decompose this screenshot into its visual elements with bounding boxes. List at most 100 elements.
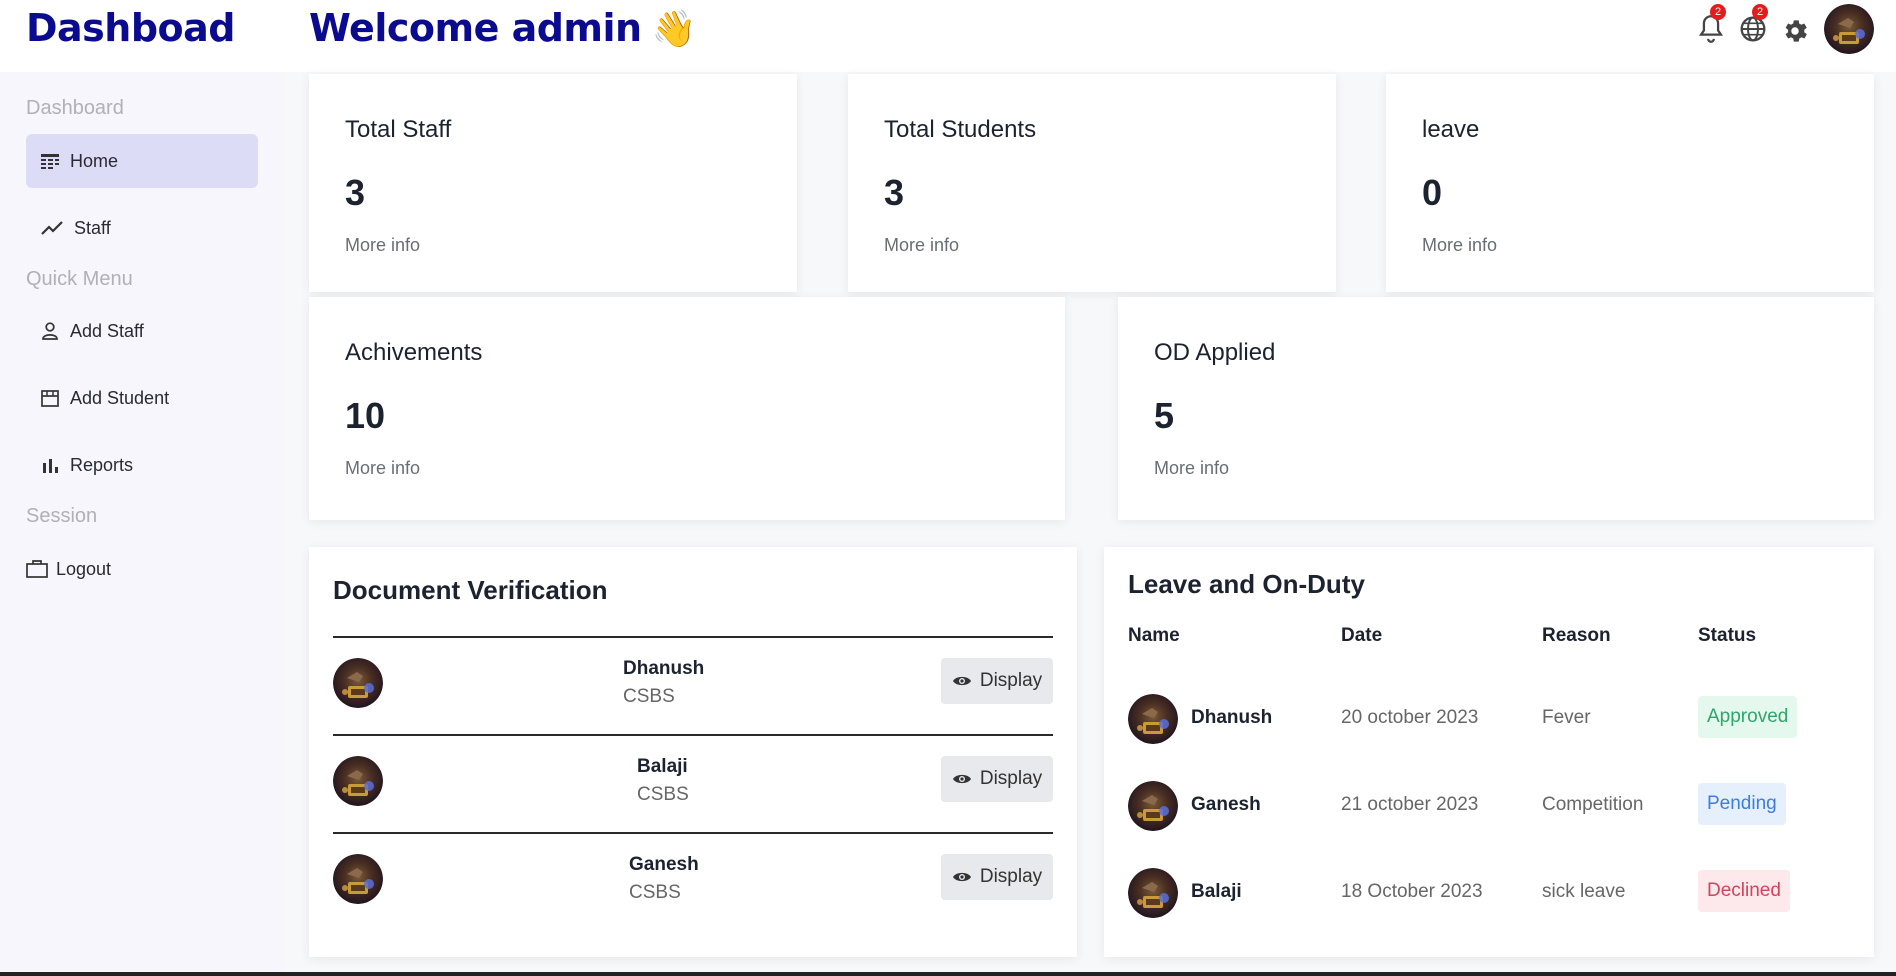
- avatar: [333, 756, 383, 806]
- document-verification-panel: Document Verification Dhanush CSBS Displ…: [309, 547, 1077, 957]
- eye-icon: [952, 774, 971, 784]
- sidebar-item-label: Add Student: [70, 387, 170, 408]
- display-button[interactable]: Display: [941, 756, 1053, 802]
- leave-name: Dhanush: [1191, 707, 1273, 728]
- table-row: Dhanush 20 october 2023 Fever Approved: [1128, 694, 1828, 748]
- panel-title: Document Verification: [333, 575, 608, 605]
- student-name: Ganesh: [629, 854, 699, 875]
- stat-title: leave: [1422, 116, 1480, 143]
- avatar: [1128, 781, 1178, 831]
- notification-bell-button[interactable]: 2: [1694, 4, 1728, 43]
- more-info-link[interactable]: More info: [345, 458, 420, 479]
- sidebar-section-quick-menu: Quick Menu: [26, 268, 133, 290]
- sidebar-item-label: Logout: [56, 558, 112, 579]
- brand-title[interactable]: Dashboad: [26, 6, 236, 50]
- bar-chart-icon: [43, 459, 58, 473]
- display-button[interactable]: Display: [941, 854, 1053, 900]
- eye-icon: [952, 872, 971, 882]
- table-row: Balaji 18 October 2023 sick leave Declin…: [1128, 868, 1828, 922]
- eye-icon: [952, 676, 971, 686]
- leave-reason: Fever: [1542, 707, 1591, 728]
- stat-value: 10: [345, 395, 386, 436]
- more-info-link[interactable]: More info: [1422, 235, 1497, 256]
- status-badge: Approved: [1698, 696, 1798, 738]
- column-header-status: Status: [1698, 625, 1757, 646]
- store-icon: [41, 390, 59, 407]
- stat-card-od-applied[interactable]: OD Applied 5 More info: [1118, 297, 1874, 520]
- leave-date: 21 october 2023: [1341, 794, 1479, 815]
- status-badge: Pending: [1698, 783, 1786, 825]
- sidebar: Dashboard Home Staff Quick Menu Add Staf…: [0, 72, 283, 976]
- leave-reason: sick leave: [1542, 881, 1626, 902]
- sidebar-item-label: Reports: [70, 454, 134, 475]
- display-button-label: Display: [979, 866, 1043, 887]
- document-row: Balaji CSBS Display: [333, 734, 1053, 834]
- top-bar: Dashboad Welcome admin 👋 2 2: [0, 0, 1896, 72]
- briefcase-icon: [26, 560, 48, 578]
- sidebar-item-label: Staff: [74, 217, 111, 238]
- student-name: Dhanush: [623, 658, 705, 679]
- student-name: Balaji: [637, 756, 688, 777]
- leave-date: 18 October 2023: [1341, 881, 1483, 902]
- stat-card-total-students[interactable]: Total Students 3 More info: [848, 74, 1336, 292]
- avatar: [1128, 694, 1178, 744]
- avatar: [1128, 868, 1178, 918]
- sidebar-item-add-student[interactable]: Add Student: [26, 371, 258, 425]
- column-header-date: Date: [1341, 625, 1383, 646]
- sidebar-item-staff[interactable]: Staff: [26, 201, 258, 255]
- notification-count-badge: 2: [1710, 4, 1726, 20]
- stat-value: 3: [345, 172, 366, 213]
- gear-icon: [1785, 20, 1807, 42]
- leave-date: 20 october 2023: [1341, 707, 1479, 728]
- language-globe-button[interactable]: 2: [1736, 4, 1770, 42]
- more-info-link[interactable]: More info: [1154, 458, 1229, 479]
- column-header-name: Name: [1128, 625, 1180, 646]
- stat-card-achievements[interactable]: Achivements 10 More info: [309, 297, 1065, 520]
- welcome-text: Welcome admin: [309, 6, 642, 50]
- stat-title: Total Staff: [345, 116, 452, 143]
- welcome-heading: Welcome admin 👋: [309, 6, 696, 50]
- profile-avatar[interactable]: [1824, 4, 1874, 54]
- display-button-label: Display: [979, 768, 1043, 789]
- student-dept: CSBS: [629, 882, 681, 903]
- sidebar-item-label: Add Staff: [70, 320, 144, 341]
- bottom-divider: [0, 972, 1896, 976]
- more-info-link[interactable]: More info: [884, 235, 959, 256]
- stat-title: Achivements: [345, 339, 483, 366]
- panel-title: Leave and On-Duty: [1128, 569, 1365, 599]
- more-info-link[interactable]: More info: [345, 235, 420, 256]
- sidebar-section-dashboard: Dashboard: [26, 97, 124, 119]
- student-dept: CSBS: [637, 784, 689, 805]
- stat-value: 5: [1154, 395, 1175, 436]
- user-icon: [42, 322, 58, 340]
- home-grid-icon: [41, 154, 59, 169]
- settings-button[interactable]: [1780, 8, 1814, 42]
- sidebar-item-add-staff[interactable]: Add Staff: [26, 304, 258, 358]
- sidebar-item-logout[interactable]: Logout: [26, 542, 226, 596]
- display-button-label: Display: [979, 670, 1043, 691]
- trend-icon: [41, 221, 63, 235]
- stat-card-total-staff[interactable]: Total Staff 3 More info: [309, 74, 797, 292]
- sidebar-item-reports[interactable]: Reports: [26, 438, 258, 492]
- sidebar-item-home[interactable]: Home: [26, 134, 258, 188]
- status-badge: Declined: [1698, 870, 1790, 912]
- sidebar-item-label: Home: [70, 150, 119, 171]
- display-button[interactable]: Display: [941, 658, 1053, 704]
- globe-count-badge: 2: [1752, 4, 1768, 20]
- avatar: [333, 854, 383, 904]
- wave-emoji: 👋: [651, 9, 697, 50]
- document-row: Ganesh CSBS Display: [333, 832, 1053, 932]
- leave-reason: Competition: [1542, 794, 1644, 815]
- stat-card-leave[interactable]: leave 0 More info: [1386, 74, 1874, 292]
- sidebar-section-session: Session: [26, 505, 98, 527]
- document-row: Dhanush CSBS Display: [333, 636, 1053, 736]
- leave-on-duty-panel: Leave and On-Duty Name Date Reason Statu…: [1104, 547, 1874, 957]
- column-header-reason: Reason: [1542, 625, 1611, 646]
- stat-value: 3: [884, 172, 905, 213]
- stat-title: OD Applied: [1154, 339, 1276, 366]
- student-dept: CSBS: [623, 686, 675, 707]
- stat-value: 0: [1422, 172, 1443, 213]
- leave-name: Ganesh: [1191, 794, 1261, 815]
- avatar: [333, 658, 383, 708]
- stat-title: Total Students: [884, 116, 1037, 143]
